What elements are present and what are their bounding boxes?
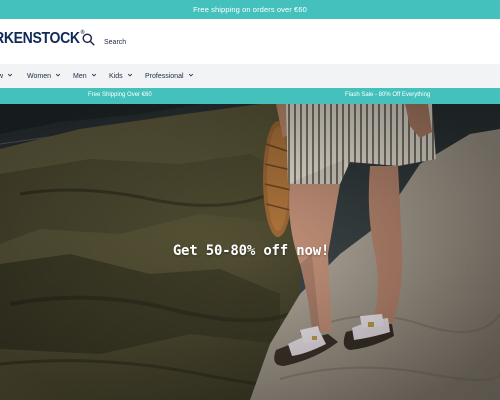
nav-item-label: w — [0, 72, 4, 80]
nav-item-men[interactable]: Men — [73, 64, 97, 88]
promo-free-shipping[interactable]: Free Shipping Over €60 — [88, 92, 152, 98]
brand-logo-text: RKENSTOCK — [0, 30, 80, 47]
chevron-down-icon — [7, 72, 13, 80]
brand-logo[interactable]: RKENSTOCK® — [0, 30, 85, 48]
main-navigation: w Women Men Kids Professional — [0, 64, 500, 88]
nav-item-women[interactable]: Women — [27, 64, 61, 88]
nav-item-label: Men — [73, 72, 87, 80]
chevron-down-icon — [55, 72, 61, 80]
nav-item-label: Professional — [145, 72, 184, 80]
nav-item-professional[interactable]: Professional — [145, 64, 194, 88]
search-icon — [82, 33, 95, 51]
site-header: RKENSTOCK® Search — [0, 19, 500, 64]
search-button[interactable]: Search — [82, 33, 127, 51]
nav-item-new[interactable]: w — [0, 64, 13, 88]
promo-strip: Free Shipping Over €60 Flash Sale - 80% … — [0, 88, 500, 104]
chevron-down-icon — [188, 72, 194, 80]
hero-headline[interactable]: Get 50-80% off now! — [0, 243, 500, 259]
shipping-banner-text: Free shipping on orders over €60 — [193, 5, 307, 14]
nav-item-kids[interactable]: Kids — [109, 64, 133, 88]
shipping-banner: Free shipping on orders over €60 — [0, 0, 500, 19]
chevron-down-icon — [127, 72, 133, 80]
promo-flash-sale[interactable]: Flash Sale - 80% Off Everything — [345, 92, 430, 98]
chevron-down-icon — [91, 72, 97, 80]
search-label: Search — [104, 38, 127, 46]
nav-item-label: Kids — [109, 72, 123, 80]
hero-banner[interactable]: Get 50-80% off now! — [0, 104, 500, 400]
nav-item-label: Women — [27, 72, 51, 80]
